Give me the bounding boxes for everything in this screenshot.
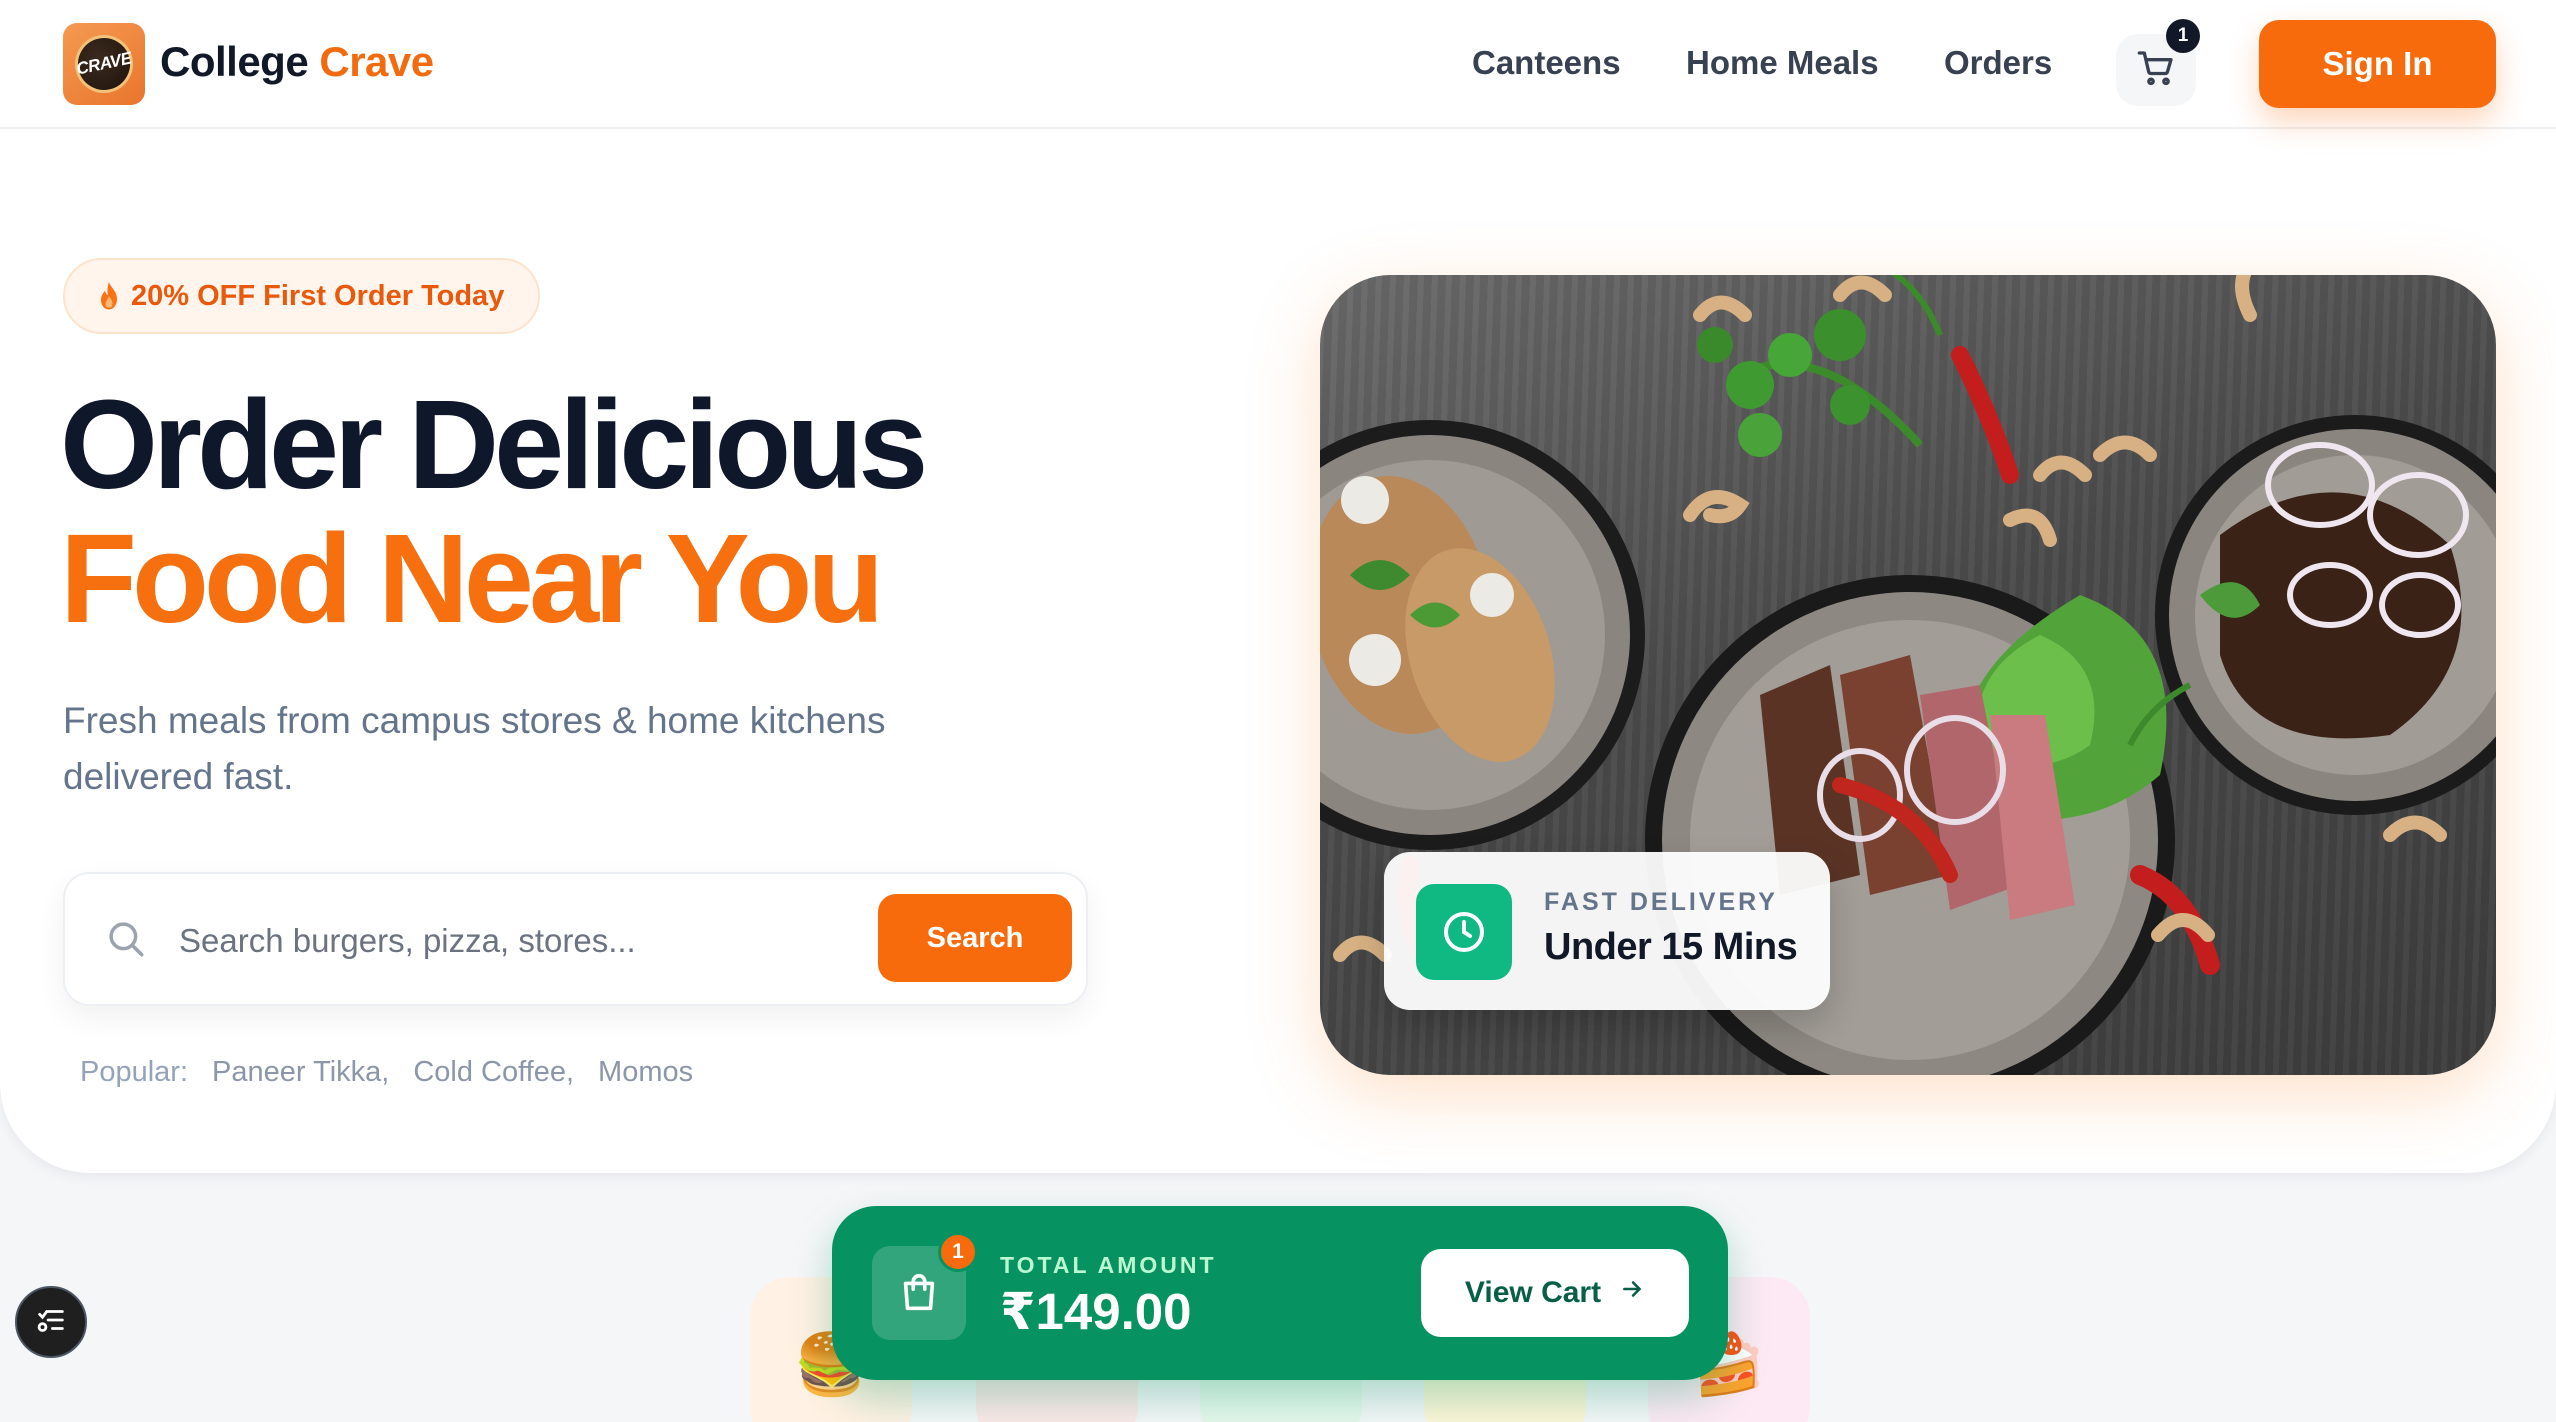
search-icon <box>105 918 147 965</box>
fire-icon <box>97 281 121 311</box>
popular-tag[interactable]: Momos <box>598 1056 693 1089</box>
total-amount-label: TOTAL AMOUNT <box>1000 1252 1217 1278</box>
brand-logo[interactable]: CRAVE <box>63 23 145 105</box>
nav-link-canteens[interactable]: Canteens <box>1472 44 1621 82</box>
logo-text: CRAVE <box>74 48 134 79</box>
popular-tag[interactable]: Paneer Tikka, <box>212 1056 389 1089</box>
fast-delivery-card: FAST DELIVERY Under 15 Mins <box>1384 852 1830 1010</box>
logo-badge: CRAVE <box>69 29 139 99</box>
top-navbar: CRAVE College Crave Canteens Home Meals … <box>0 0 2556 129</box>
delivery-time: Under 15 Mins <box>1544 926 1798 968</box>
settings-toggle-button[interactable] <box>15 1286 87 1358</box>
brand-name-part2: Crave <box>319 38 434 85</box>
popular-searches: Popular: Paneer Tikka, Cold Coffee, Momo… <box>80 1056 693 1089</box>
search-button[interactable]: Search <box>878 894 1072 982</box>
arrow-right-icon <box>1619 1276 1645 1310</box>
nav-link-orders[interactable]: Orders <box>1944 44 2052 82</box>
floating-cart-bar: 1 TOTAL AMOUNT ₹149.00 View Cart <box>832 1206 1728 1380</box>
search-input[interactable] <box>179 910 919 972</box>
nav-link-home-meals[interactable]: Home Meals <box>1686 44 1879 82</box>
cart-item-count-badge: 1 <box>938 1232 978 1272</box>
brand-name[interactable]: College Crave <box>160 38 434 86</box>
popular-tag[interactable]: Cold Coffee, <box>413 1056 574 1089</box>
headline-line-1: Order Delicious <box>60 374 928 515</box>
cart-count-badge: 1 <box>2166 19 2200 53</box>
cart-icon <box>2136 48 2176 93</box>
sign-in-button[interactable]: Sign In <box>2259 20 2496 108</box>
view-cart-label: View Cart <box>1464 1276 1602 1309</box>
brand-name-part1: College <box>160 38 309 85</box>
promo-badge[interactable]: 20% OFF First Order Today <box>63 258 541 334</box>
hero-headline: Order Delicious Food Near You <box>60 374 928 649</box>
promo-text: 20% OFF First Order Today <box>131 279 505 312</box>
hero-subtext: Fresh meals from campus stores & home ki… <box>63 700 886 797</box>
delivery-label: FAST DELIVERY <box>1544 888 1778 916</box>
toggle-list-icon <box>34 1303 68 1342</box>
clock-icon <box>1416 884 1512 980</box>
headline-line-2: Food Near You <box>60 508 884 649</box>
search-bar: Search <box>63 872 1088 1006</box>
view-cart-button[interactable]: View Cart <box>1421 1249 1689 1337</box>
total-amount-value: ₹149.00 <box>1000 1283 1192 1340</box>
popular-label: Popular: <box>80 1056 189 1088</box>
